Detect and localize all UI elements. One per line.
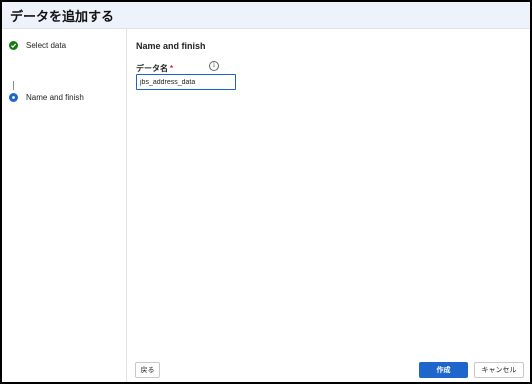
section-title: Name and finish bbox=[136, 41, 206, 51]
main-content: Name and finish データ名 * i bbox=[136, 29, 530, 382]
cancel-button[interactable]: キャンセル bbox=[474, 362, 524, 378]
data-name-label-text: データ名 bbox=[136, 64, 168, 73]
required-mark: * bbox=[170, 64, 174, 73]
step-connector bbox=[13, 81, 14, 90]
step-label: Select data bbox=[26, 41, 67, 50]
step-dot-icon bbox=[9, 93, 18, 102]
step-select-data[interactable]: Select data bbox=[9, 41, 66, 50]
step-label: Name and finish bbox=[26, 93, 84, 102]
info-icon[interactable]: i bbox=[209, 61, 219, 71]
dialog-title: データを追加する bbox=[10, 8, 115, 24]
data-name-label: データ名 * bbox=[136, 63, 173, 74]
dialog-titlebar: データを追加する bbox=[2, 2, 530, 29]
create-button[interactable]: 作成 bbox=[419, 362, 468, 378]
data-name-input[interactable] bbox=[136, 74, 236, 90]
back-button[interactable]: 戻る bbox=[135, 362, 160, 378]
checkmark-icon bbox=[9, 41, 18, 50]
add-data-dialog: データを追加する Select data Name and finish Nam… bbox=[2, 2, 530, 382]
step-name-and-finish[interactable]: Name and finish bbox=[9, 93, 84, 102]
wizard-steps: Select data Name and finish bbox=[2, 29, 127, 382]
